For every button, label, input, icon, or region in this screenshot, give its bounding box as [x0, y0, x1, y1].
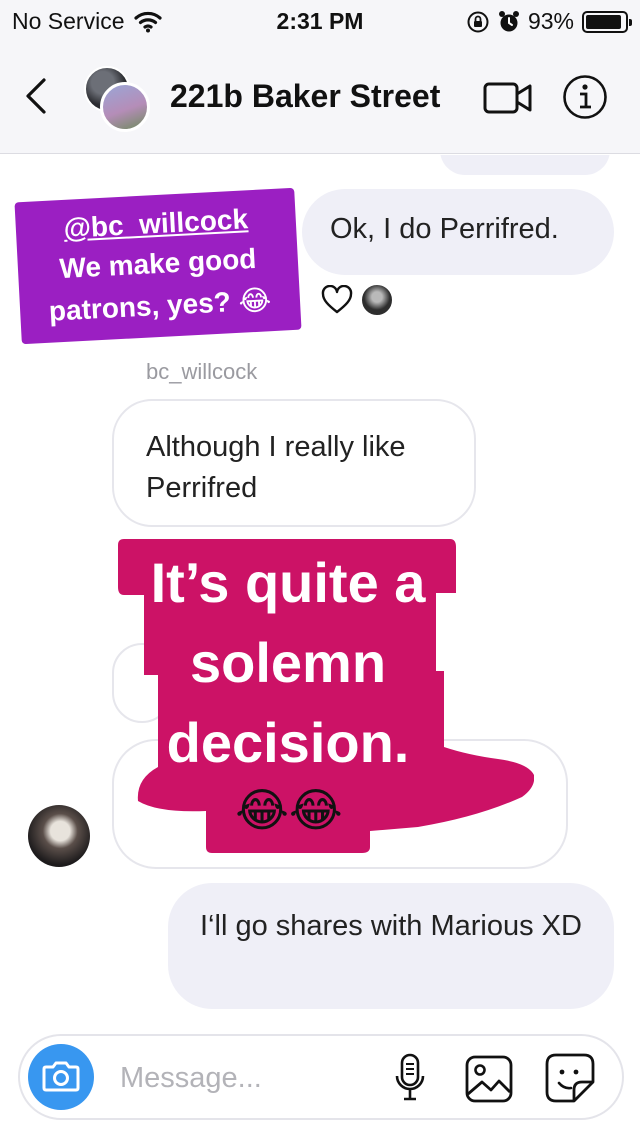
message-composer [18, 1034, 624, 1120]
story-reply-card[interactable]: @bc_willcock We make good patrons, yes? … [14, 187, 302, 345]
alarm-icon [498, 10, 519, 31]
sent-message-bubble[interactable]: Ok, I do Perrifred. [302, 189, 614, 275]
chat-header: 221b Baker Street [0, 40, 640, 154]
avatar[interactable] [28, 805, 90, 867]
group-avatars[interactable] [84, 66, 150, 132]
sticker-emoji: 😂😂 [235, 784, 343, 836]
battery-percent: 93% [527, 8, 574, 34]
back-icon[interactable] [22, 76, 52, 116]
sent-message-bubble[interactable]: I‘ll go shares with Marious XD [168, 883, 614, 1009]
battery-fill [586, 14, 622, 29]
info-icon[interactable] [562, 74, 608, 120]
sticker-text: It’s quite a solemn decision. [150, 551, 426, 774]
message-input[interactable] [120, 1058, 370, 1098]
gallery-icon[interactable] [464, 1054, 514, 1104]
reaction-avatar [360, 283, 394, 317]
received-message-bubble[interactable]: Although I really like Perrifred [112, 399, 476, 527]
sender-name: bc_willcock [146, 359, 258, 384]
battery-icon [582, 10, 632, 33]
camera-button[interactable] [28, 1044, 94, 1110]
message-thread[interactable]: @bc_willcock We make good patrons, yes? … [0, 155, 640, 1030]
partial-message-bubble [440, 155, 610, 175]
microphone-icon[interactable] [392, 1052, 428, 1104]
status-right: 93% [466, 8, 632, 35]
video-call-icon[interactable] [482, 78, 534, 118]
sticker-icon[interactable] [544, 1052, 596, 1104]
camera-icon [42, 1061, 80, 1092]
chat-title[interactable]: 221b Baker Street [170, 78, 440, 115]
heart-icon[interactable] [320, 285, 354, 315]
orientation-lock-icon [467, 11, 489, 32]
status-bar: No Service 2:31 PM 93% [0, 0, 640, 40]
avatar [100, 82, 150, 132]
